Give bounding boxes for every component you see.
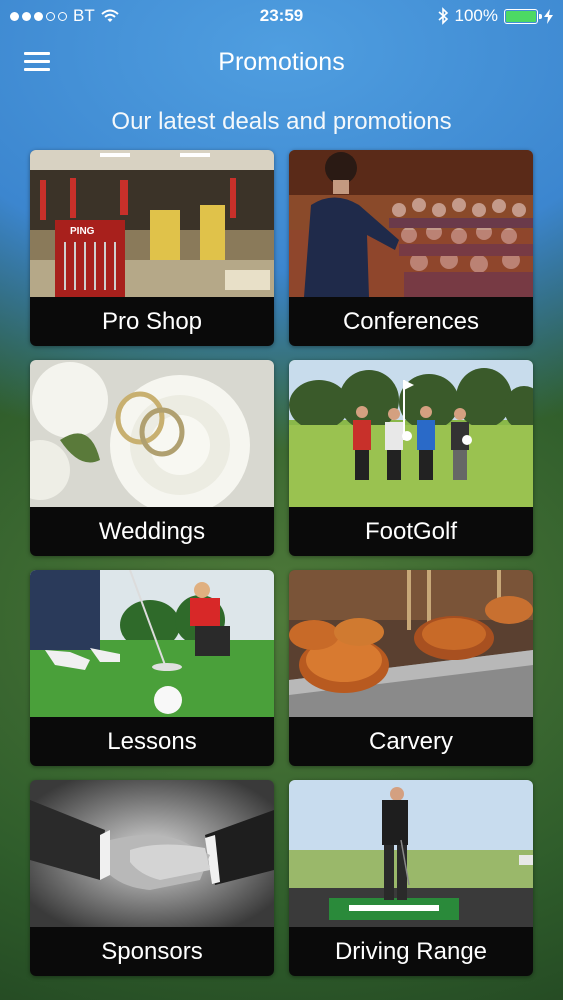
pro-shop-image: PING <box>30 150 274 297</box>
promo-tile-label: Sponsors <box>30 927 274 976</box>
battery-icon <box>504 8 542 24</box>
promo-tile-weddings[interactable]: Weddings <box>30 360 274 556</box>
weddings-image <box>30 360 274 507</box>
promo-tile-driving-range[interactable]: Driving Range <box>289 780 533 976</box>
svg-text:PING: PING <box>70 226 95 237</box>
promo-tile-label: Conferences <box>289 297 533 346</box>
page-subtitle: Our latest deals and promotions <box>111 108 452 135</box>
conferences-image <box>289 150 533 297</box>
promo-tile-pro-shop[interactable]: PING Pro Shop <box>30 150 274 346</box>
driving-range-image <box>289 780 533 927</box>
page-title: Promotions <box>218 48 345 76</box>
carvery-image <box>289 570 533 717</box>
lessons-image <box>30 570 274 717</box>
nav-header: Promotions <box>0 36 563 88</box>
wifi-icon <box>101 9 119 22</box>
promo-tile-label: Lessons <box>30 717 274 766</box>
promo-tile-conferences[interactable]: Conferences <box>289 150 533 346</box>
promo-tile-label: Weddings <box>30 507 274 556</box>
sponsors-image <box>30 780 274 927</box>
battery-percent: 100% <box>454 6 498 25</box>
status-right: 100% <box>437 6 553 26</box>
promo-tile-label: Carvery <box>289 717 533 766</box>
bluetooth-icon <box>437 7 448 25</box>
promo-tile-carvery[interactable]: Carvery <box>289 570 533 766</box>
signal-strength-icon <box>10 11 67 21</box>
promo-tile-sponsors[interactable]: Sponsors <box>30 780 274 976</box>
status-left: BT <box>10 6 119 26</box>
carrier-label: BT <box>73 6 95 25</box>
promo-tile-footgolf[interactable]: FootGolf <box>289 360 533 556</box>
promo-tile-label: Pro Shop <box>30 297 274 346</box>
charging-icon <box>544 8 553 24</box>
promo-tile-label: Driving Range <box>289 927 533 976</box>
status-bar: BT 23:59 100% <box>0 0 563 32</box>
promo-tile-label: FootGolf <box>289 507 533 556</box>
promo-tile-lessons[interactable]: Lessons <box>30 570 274 766</box>
footgolf-image <box>289 360 533 507</box>
